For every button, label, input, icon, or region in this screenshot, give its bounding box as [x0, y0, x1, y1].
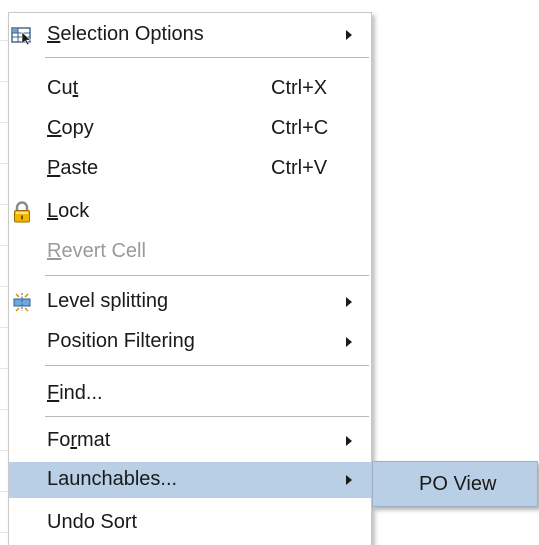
separator [45, 57, 369, 58]
background-grid [0, 0, 8, 544]
submenu-item-po-view[interactable]: PO View [419, 473, 496, 496]
find-label: Find... [47, 382, 103, 404]
paste-label: Paste [47, 157, 99, 179]
menu-item-find[interactable]: Find... [9, 376, 371, 412]
submenu-arrow-icon [346, 475, 352, 485]
lock-icon [11, 201, 33, 223]
menu-item-cut[interactable]: Cut Ctrl+X [9, 71, 371, 107]
separator [45, 365, 369, 366]
cut-label: Cut [47, 77, 79, 99]
submenu-arrow-icon [346, 30, 352, 40]
selection-options-label: Selection Options [47, 23, 204, 45]
menu-item-format[interactable]: Format [9, 423, 371, 459]
context-menu: Selection Options Cut Ctrl+X Copy Ctrl+C… [8, 12, 372, 545]
copy-label: Copy [47, 117, 94, 139]
launchables-submenu: PO View [372, 461, 538, 507]
menu-item-paste[interactable]: Paste Ctrl+V [9, 151, 371, 187]
level-splitting-icon [11, 291, 33, 313]
cut-shortcut: Ctrl+X [271, 77, 328, 99]
undo-sort-label: Undo Sort [47, 511, 138, 533]
menu-item-selection-options[interactable]: Selection Options [9, 17, 371, 53]
submenu-arrow-icon [346, 337, 352, 347]
lock-label: Lock [47, 200, 90, 222]
menu-item-undo-sort[interactable]: Undo Sort [9, 505, 371, 541]
position-filtering-label: Position Filtering [47, 330, 195, 352]
menu-item-lock[interactable]: Lock [9, 194, 371, 230]
revert-cell-label: Revert Cell [47, 240, 146, 262]
level-splitting-label: Level splitting [47, 290, 169, 312]
launchables-label: Launchables... [47, 468, 178, 490]
submenu-arrow-icon [346, 436, 352, 446]
menu-item-copy[interactable]: Copy Ctrl+C [9, 111, 371, 147]
format-label: Format [47, 429, 111, 451]
menu-item-level-splitting[interactable]: Level splitting [9, 284, 371, 320]
selection-options-icon [11, 24, 33, 46]
menu-item-launchables[interactable]: Launchables... [9, 462, 371, 498]
paste-shortcut: Ctrl+V [271, 157, 328, 179]
menu-item-position-filtering[interactable]: Position Filtering [9, 324, 371, 360]
submenu-arrow-icon [346, 297, 352, 307]
separator [45, 416, 369, 417]
separator [45, 275, 369, 276]
copy-shortcut: Ctrl+C [271, 117, 329, 139]
menu-item-revert-cell[interactable]: Revert Cell [9, 234, 371, 270]
